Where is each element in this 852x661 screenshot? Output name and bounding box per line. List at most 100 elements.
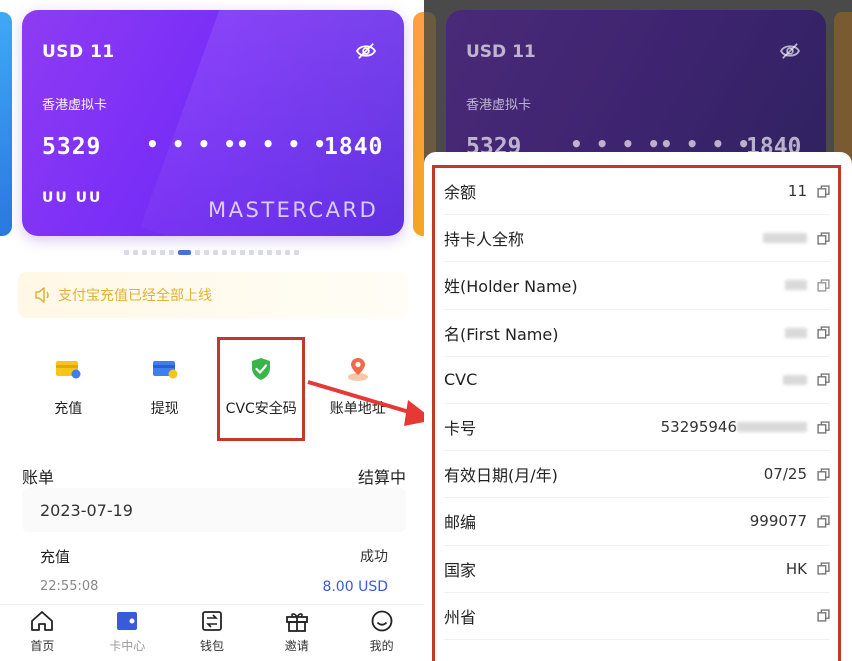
- card-brand: MASTERCARD: [208, 198, 379, 222]
- prev-card-peek[interactable]: [0, 12, 12, 236]
- detail-row-expiry[interactable]: 有效日期(月/年) 07/25: [444, 451, 830, 499]
- detail-row-last-name[interactable]: 姓(Holder Name): [444, 262, 830, 310]
- tab-invite-label: 邀请: [284, 639, 309, 653]
- copy-icon[interactable]: [817, 609, 830, 622]
- eye-hidden-icon[interactable]: [355, 42, 377, 60]
- pager-dot[interactable]: [294, 249, 299, 255]
- pager-dot[interactable]: [195, 249, 200, 255]
- copy-icon[interactable]: [817, 232, 830, 245]
- wallet-icon: [199, 609, 225, 633]
- pager-dot[interactable]: [231, 249, 236, 255]
- pager-dot[interactable]: [213, 249, 218, 255]
- card-details-sheet: 余额 11 持卡人全称 姓(Holder Name) 名(First Name): [424, 152, 852, 661]
- card-balance: USD 11: [42, 42, 115, 62]
- copy-icon[interactable]: [817, 279, 830, 292]
- pager-dot-active[interactable]: [178, 249, 191, 255]
- virtual-card[interactable]: USD 11 香港虚拟卡 5329 • • • • • • • • 1840 U…: [22, 10, 404, 236]
- tab-card-center[interactable]: 卡中心: [85, 605, 170, 661]
- pager-dot[interactable]: [160, 249, 165, 255]
- gift-icon: [284, 609, 310, 633]
- redacted-value: [783, 374, 807, 385]
- bill-title: 账单: [22, 468, 55, 487]
- pager-dot[interactable]: [276, 249, 281, 255]
- detail-label: 姓(Holder Name): [444, 277, 578, 297]
- copy-icon[interactable]: [817, 184, 830, 198]
- withdraw-label: 提现: [150, 401, 179, 417]
- pager-dot[interactable]: [267, 249, 272, 255]
- detail-row-postcode[interactable]: 邮编 999077: [444, 498, 830, 546]
- detail-row-cvc[interactable]: CVC: [444, 357, 830, 404]
- copy-icon[interactable]: [817, 468, 830, 481]
- pager-dot[interactable]: [142, 249, 147, 255]
- detail-value: HK: [785, 559, 807, 578]
- detail-row-state[interactable]: 州省: [444, 593, 830, 640]
- tab-home-label: 首页: [30, 639, 55, 653]
- app-screen-left: USD 11 香港虚拟卡 5329 • • • • • • • • 1840 U…: [0, 0, 424, 661]
- topup-label: 充值: [54, 401, 83, 417]
- copy-icon[interactable]: [817, 515, 830, 528]
- prev-card-peek: [424, 12, 436, 162]
- detail-value: 53295946: [660, 418, 737, 437]
- detail-row-country[interactable]: 国家 HK: [444, 546, 830, 593]
- redacted-value: [763, 233, 807, 244]
- card-type-label: 香港虚拟卡: [466, 98, 532, 113]
- card-type-label: 香港虚拟卡: [42, 98, 108, 113]
- pager-dot[interactable]: [285, 249, 290, 255]
- detail-label: 邮编: [444, 513, 477, 533]
- copy-icon[interactable]: [817, 420, 830, 434]
- redacted-value: [785, 280, 807, 291]
- pager-dot[interactable]: [151, 249, 156, 255]
- topup-card-icon: [55, 356, 81, 382]
- app-screen-right: USD 11 香港虚拟卡 5329 • • • • • • • • 1840 余…: [424, 0, 852, 661]
- withdraw-button[interactable]: 提现: [117, 336, 214, 440]
- copy-icon[interactable]: [817, 326, 830, 339]
- pager-dot[interactable]: [258, 249, 263, 255]
- pager-dot[interactable]: [204, 249, 209, 255]
- card-details-list: 余额 11 持卡人全称 姓(Holder Name) 名(First Name): [444, 168, 830, 640]
- copy-icon[interactable]: [817, 562, 830, 575]
- redacted-value: [785, 327, 807, 338]
- transaction-amount: 8.00 USD: [322, 579, 388, 595]
- detail-row-cardholder[interactable]: 持卡人全称: [444, 215, 830, 263]
- bottom-tab-bar: 首页 卡中心 钱包 邀请 我的: [0, 604, 424, 661]
- detail-label: 持卡人全称: [444, 230, 525, 250]
- detail-row-first-name[interactable]: 名(First Name): [444, 310, 830, 357]
- pager-dot[interactable]: [249, 249, 254, 255]
- pager-dot[interactable]: [240, 249, 245, 255]
- detail-label: 有效日期(月/年): [444, 466, 558, 486]
- detail-row-card-number[interactable]: 卡号 53295946: [444, 404, 830, 452]
- next-card-peek: [834, 12, 852, 162]
- card-pager: [124, 249, 299, 255]
- pointer-arrow-icon: [307, 380, 434, 426]
- bill-transaction-row[interactable]: 充值 成功 22:55:08 8.00 USD: [22, 540, 406, 602]
- detail-row-balance[interactable]: 余额 11: [444, 168, 830, 216]
- detail-label: 余额: [444, 183, 477, 203]
- detail-label: 州省: [444, 607, 477, 627]
- bill-status-filter[interactable]: 结算中: [358, 464, 406, 488]
- pager-dot[interactable]: [222, 249, 227, 255]
- detail-value: 11: [787, 182, 807, 201]
- card-balance: USD 11: [466, 42, 536, 62]
- tab-home[interactable]: 首页: [0, 605, 85, 661]
- tab-wallet[interactable]: 钱包: [170, 605, 255, 661]
- cvc-highlight-box: [217, 337, 305, 441]
- withdraw-wallet-icon: [152, 356, 178, 382]
- speaker-icon: [35, 287, 49, 303]
- topup-button[interactable]: 充值: [20, 336, 117, 440]
- detail-label: 名(First Name): [444, 324, 559, 344]
- pager-dot[interactable]: [124, 249, 129, 255]
- pager-dot[interactable]: [133, 249, 138, 255]
- tab-profile[interactable]: 我的: [339, 605, 424, 661]
- tab-invite[interactable]: 邀请: [254, 605, 339, 661]
- tab-card-center-label: 卡中心: [109, 639, 146, 653]
- eye-hidden-icon: [779, 43, 801, 59]
- next-card-peek[interactable]: [413, 12, 424, 236]
- pager-dot[interactable]: [169, 249, 174, 255]
- notice-banner[interactable]: 支付宝充值已经全部上线: [18, 272, 408, 318]
- bill-date-group: 2023-07-19: [22, 488, 406, 532]
- transaction-time: 22:55:08: [40, 579, 99, 594]
- detail-label: 国家: [444, 560, 477, 580]
- transaction-title: 充值: [40, 548, 71, 566]
- copy-icon[interactable]: [817, 373, 830, 386]
- detail-label: 卡号: [444, 419, 477, 439]
